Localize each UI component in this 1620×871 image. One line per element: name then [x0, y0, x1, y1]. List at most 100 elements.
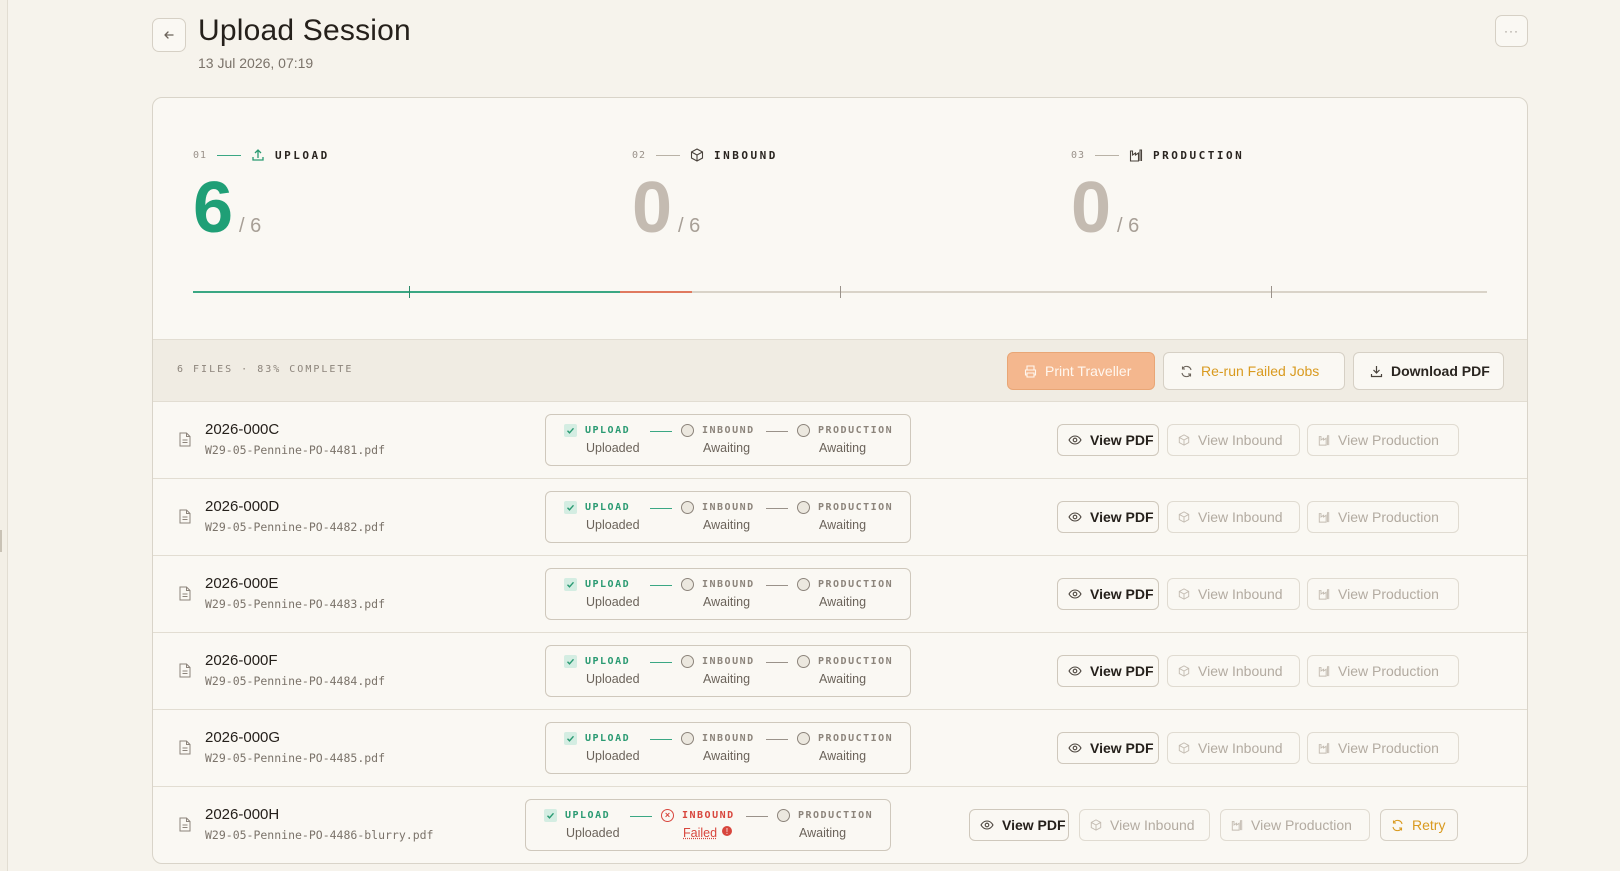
view-inbound-button[interactable]: View Inbound	[1167, 578, 1300, 610]
box-icon	[690, 148, 704, 162]
pipeline-step-production: PRODUCTION Awaiting	[777, 809, 873, 840]
eye-icon	[1068, 743, 1082, 753]
retry-button[interactable]: Retry	[1380, 809, 1458, 841]
step-connector	[650, 662, 672, 663]
rerun-failed-jobs-button[interactable]: Re-run Failed Jobs	[1163, 352, 1345, 390]
eye-icon	[1068, 512, 1082, 522]
view-production-button[interactable]: View Production	[1307, 578, 1459, 610]
stage-number: 03	[1071, 149, 1086, 161]
view-production-label: View Production	[1251, 817, 1352, 833]
view-pdf-label: View PDF	[1090, 509, 1154, 525]
box-icon	[1178, 742, 1190, 754]
view-inbound-button[interactable]: View Inbound	[1167, 732, 1300, 764]
eye-icon	[1068, 589, 1082, 599]
left-rail	[0, 0, 8, 871]
view-production-label: View Production	[1338, 663, 1439, 679]
more-icon: ···	[1504, 24, 1519, 38]
pipeline-step-upload: UPLOAD Uploaded	[544, 809, 620, 840]
step-label: UPLOAD	[585, 502, 631, 513]
view-production-button[interactable]: View Production	[1307, 501, 1459, 533]
step-status: Uploaded	[566, 826, 620, 840]
view-pdf-button[interactable]: View PDF	[1057, 501, 1159, 533]
view-pdf-button[interactable]: View PDF	[969, 809, 1069, 841]
pipeline-step-upload: UPLOAD Uploaded	[564, 424, 640, 455]
job-id: 2026-000E	[205, 575, 279, 592]
arrow-left-icon	[163, 29, 175, 41]
pending-icon	[681, 655, 694, 668]
info-icon[interactable]: !	[722, 826, 733, 836]
refresh-icon	[1180, 365, 1193, 378]
view-production-label: View Production	[1338, 740, 1439, 756]
upload-icon	[251, 148, 265, 162]
step-label: INBOUND	[702, 502, 755, 513]
view-pdf-button[interactable]: View PDF	[1057, 424, 1159, 456]
box-icon	[1178, 511, 1190, 523]
step-label: PRODUCTION	[818, 656, 894, 667]
view-pdf-label: View PDF	[1090, 663, 1154, 679]
step-status: Awaiting	[703, 595, 751, 609]
view-inbound-button[interactable]: View Inbound	[1079, 809, 1210, 841]
step-status: Awaiting	[703, 518, 751, 532]
document-icon	[179, 663, 191, 678]
check-icon	[564, 732, 577, 745]
view-production-label: View Production	[1338, 509, 1439, 525]
step-status: Uploaded	[586, 595, 640, 609]
download-pdf-button[interactable]: Download PDF	[1353, 352, 1504, 390]
pipeline-step-inbound: INBOUND Awaiting	[681, 501, 755, 532]
table-row: 2026-000H W29-05-Pennine-PO-4486-blurry.p…	[153, 787, 1527, 863]
view-production-button[interactable]: View Production	[1307, 655, 1459, 687]
step-status: Awaiting	[819, 595, 867, 609]
view-pdf-button[interactable]: View PDF	[1057, 655, 1159, 687]
job-pipeline: UPLOAD Uploaded INBOUND Awaiting PRODUCTION A…	[545, 491, 911, 543]
file-name: W29-05-Pennine-PO-4482.pdf	[205, 520, 386, 534]
check-icon	[564, 578, 577, 591]
view-inbound-label: View Inbound	[1198, 432, 1283, 448]
rail-handle[interactable]	[0, 530, 2, 552]
pipeline-step-upload: UPLOAD Uploaded	[564, 655, 640, 686]
view-production-button[interactable]: View Production	[1220, 809, 1370, 841]
step-label: PRODUCTION	[818, 733, 894, 744]
step-label: INBOUND	[702, 656, 755, 667]
view-inbound-button[interactable]: View Inbound	[1167, 424, 1300, 456]
view-production-button[interactable]: View Production	[1307, 732, 1459, 764]
step-status[interactable]: Failed	[683, 826, 717, 840]
view-production-button[interactable]: View Production	[1307, 424, 1459, 456]
pipeline-step-inbound: INBOUND Awaiting	[681, 732, 755, 763]
pending-icon	[681, 424, 694, 437]
step-label: PRODUCTION	[818, 579, 894, 590]
page-subtitle: 13 Jul 2026, 07:19	[198, 55, 314, 71]
document-icon	[179, 740, 191, 755]
step-connector	[766, 739, 788, 740]
step-connector	[630, 816, 652, 817]
step-status: Awaiting	[703, 441, 751, 455]
page-title: Upload Session	[198, 14, 411, 47]
view-pdf-label: View PDF	[1090, 586, 1154, 602]
view-inbound-label: View Inbound	[1198, 740, 1283, 756]
pending-icon	[777, 809, 790, 822]
eye-icon	[1068, 435, 1082, 445]
file-name: W29-05-Pennine-PO-4486-blurry.pdf	[205, 828, 434, 842]
progress-failed	[620, 291, 693, 293]
pending-icon	[797, 578, 810, 591]
more-button[interactable]: ···	[1495, 15, 1528, 47]
table-row: 2026-000G W29-05-Pennine-PO-4485.pdf UPLOA…	[153, 710, 1527, 787]
back-button[interactable]	[152, 18, 186, 52]
view-pdf-button[interactable]: View PDF	[1057, 732, 1159, 764]
print-traveller-button[interactable]: Print Traveller	[1007, 352, 1155, 390]
step-label: UPLOAD	[585, 579, 631, 590]
stage-total: / 6	[678, 215, 701, 237]
view-inbound-button[interactable]: View Inbound	[1167, 655, 1300, 687]
view-pdf-label: View PDF	[1002, 817, 1066, 833]
step-connector	[766, 585, 788, 586]
pending-icon	[797, 424, 810, 437]
stage-divider	[656, 154, 681, 156]
progress-tick	[1271, 286, 1272, 298]
step-status: Awaiting	[703, 672, 751, 686]
factory-icon	[1318, 434, 1330, 446]
table-row: 2026-000C W29-05-Pennine-PO-4481.pdf UPLOA…	[153, 402, 1527, 479]
step-label: UPLOAD	[585, 425, 631, 436]
view-pdf-button[interactable]: View PDF	[1057, 578, 1159, 610]
view-inbound-button[interactable]: View Inbound	[1167, 501, 1300, 533]
eye-icon	[980, 820, 994, 830]
pipeline-step-upload: UPLOAD Uploaded	[564, 578, 640, 609]
